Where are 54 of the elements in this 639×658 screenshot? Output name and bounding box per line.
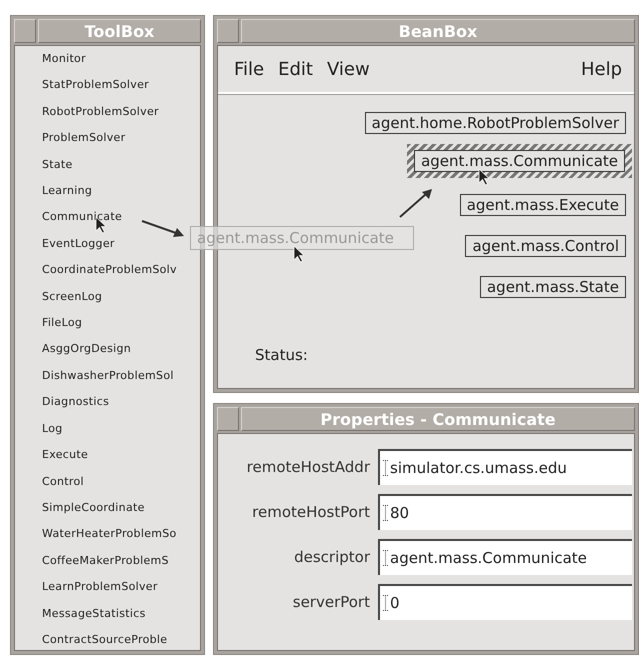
input-field[interactable]: agent.mass.Communicate bbox=[378, 539, 632, 575]
toolbox-item[interactable]: DishwasherProblemSol bbox=[42, 362, 200, 390]
toolbox-item[interactable]: CoordinateProblemSolv bbox=[42, 257, 200, 284]
toolbox-item[interactable]: Learning bbox=[42, 178, 200, 204]
menu-item[interactable]: Help bbox=[580, 58, 622, 80]
window-menu-button[interactable] bbox=[217, 19, 239, 43]
property-label: remoteHostPort bbox=[251, 503, 370, 521]
toolbox-item[interactable]: ProblemSolver bbox=[42, 125, 200, 152]
menu-item[interactable]: Edit bbox=[278, 58, 313, 80]
toolbox-item[interactable]: FileLog bbox=[42, 310, 200, 336]
toolbox-item[interactable]: CoffeeMakerProblemS bbox=[42, 548, 200, 574]
toolbox-item[interactable]: Monitor bbox=[42, 46, 200, 72]
toolbox-item[interactable]: ContractSourceProble bbox=[42, 626, 200, 654]
toolbox-item[interactable]: StatProblemSolver bbox=[42, 72, 200, 99]
toolbox-item[interactable]: AsggOrgDesign bbox=[42, 336, 200, 363]
bean-component[interactable]: agent.mass.Execute bbox=[460, 194, 626, 216]
pointer-cursor-icon bbox=[293, 245, 305, 263]
toolbox-item[interactable]: SimpleCoordinate bbox=[42, 494, 200, 522]
input-field[interactable]: 0 bbox=[378, 584, 632, 620]
toolbox-item[interactable]: State bbox=[42, 152, 200, 178]
bean-component[interactable]: agent.mass.Control bbox=[465, 235, 626, 257]
dragged-bean-outline: agent.mass.Communicate bbox=[190, 226, 414, 250]
menu-item[interactable]: View bbox=[326, 58, 370, 80]
text-cursor-icon bbox=[383, 595, 388, 611]
pointer-cursor-icon bbox=[478, 168, 490, 186]
toolbox-item[interactable]: LearnProblemSolver bbox=[42, 574, 200, 601]
input-field[interactable]: 80 bbox=[378, 494, 632, 530]
toolbox-item[interactable]: WaterHeaterProblemSo bbox=[42, 521, 200, 548]
toolbox-item[interactable]: Execute bbox=[42, 442, 200, 468]
window-title: Properties - Communicate bbox=[241, 407, 635, 431]
window-title: BeanBox bbox=[241, 19, 635, 43]
bean-component[interactable]: agent.mass.State bbox=[480, 276, 626, 298]
arrow-icon bbox=[140, 218, 186, 240]
text-cursor-icon bbox=[383, 550, 388, 566]
bean-component[interactable]: agent.mass.Communicate bbox=[407, 144, 632, 178]
toolbox-item[interactable]: Diagnostics bbox=[42, 389, 200, 416]
input-field[interactable]: simulator.cs.umass.edu bbox=[378, 449, 632, 485]
text-cursor-icon bbox=[383, 505, 388, 521]
property-label: descriptor bbox=[293, 548, 370, 566]
property-label: serverPort bbox=[292, 593, 370, 611]
menu-item[interactable]: File bbox=[234, 58, 264, 80]
toolbox-item[interactable]: RobotProblemSolver bbox=[42, 98, 200, 126]
arrow-icon bbox=[398, 187, 434, 219]
toolbox-item[interactable]: Control bbox=[42, 468, 200, 495]
window-menu-button[interactable] bbox=[14, 19, 36, 43]
toolbox-item[interactable]: MessageStatistics bbox=[42, 600, 200, 627]
text-cursor-icon bbox=[383, 460, 388, 476]
property-label: remoteHostAddr bbox=[246, 458, 370, 476]
toolbox-item[interactable]: Log bbox=[42, 416, 200, 442]
status-label: Status: bbox=[255, 346, 308, 364]
bean-component[interactable]: agent.home.RobotProblemSolver bbox=[364, 112, 626, 134]
toolbox-item[interactable]: ScreenLog bbox=[42, 284, 200, 310]
window-menu-button[interactable] bbox=[217, 407, 239, 431]
window-title: ToolBox bbox=[38, 19, 201, 43]
